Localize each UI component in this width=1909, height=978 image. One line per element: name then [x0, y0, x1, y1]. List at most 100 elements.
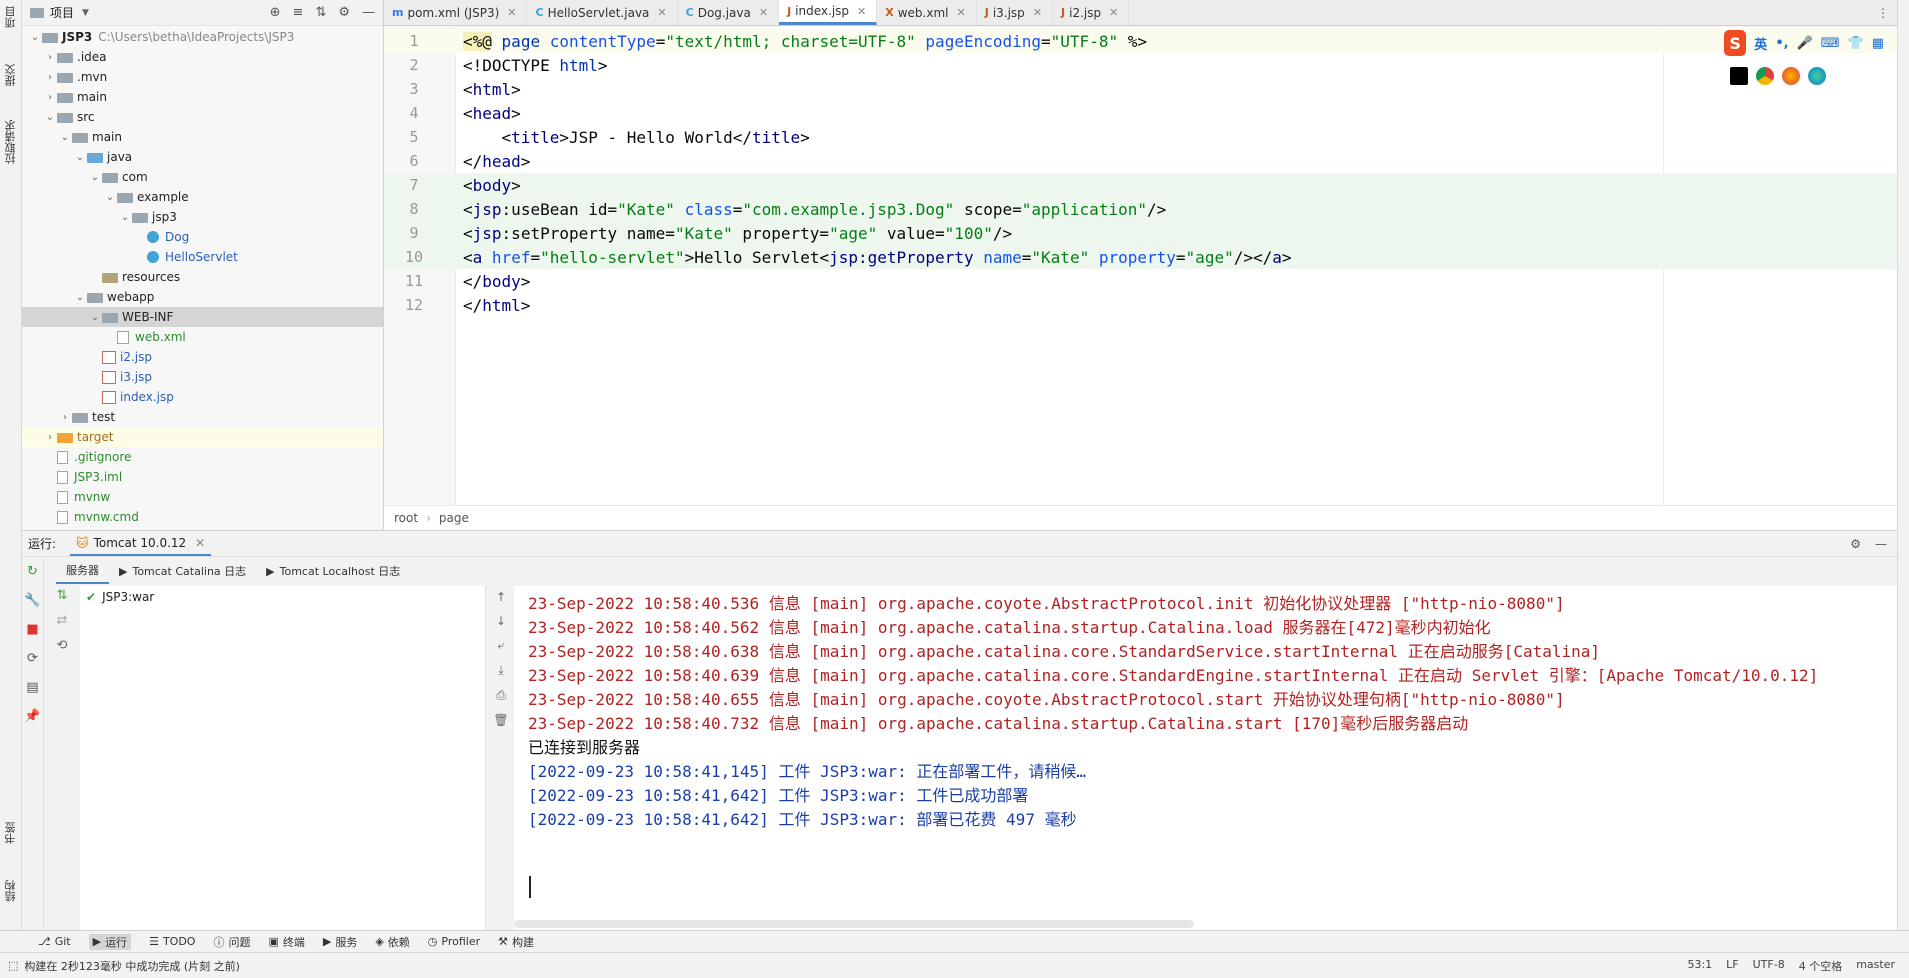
tree-item[interactable]: ⌄ src	[22, 107, 383, 127]
keyboard-icon[interactable]: ⌨	[1821, 36, 1840, 51]
tool-window-project[interactable]: 项目	[3, 6, 19, 28]
editor-tab[interactable]: Xweb.xml ✕	[877, 0, 977, 25]
more-tabs-icon[interactable]: ⋮	[1869, 0, 1897, 25]
tool-window-button[interactable]: ◈ 依赖	[375, 934, 409, 950]
close-icon[interactable]: ✕	[507, 6, 516, 19]
editor-tab[interactable]: Ji2.jsp ✕	[1053, 0, 1130, 25]
tree-item[interactable]: ⌄ webapp	[22, 287, 383, 307]
pin-icon[interactable]: 📌	[24, 709, 40, 724]
editor-tab[interactable]: C Dog.java ✕	[678, 0, 780, 25]
restore-icon[interactable]: ⟳	[27, 651, 38, 666]
tree-item[interactable]: ⌄ WEB-INF	[22, 307, 383, 327]
tool-window-button[interactable]: ▶ 运行	[88, 933, 132, 950]
caret-position[interactable]: 53:1	[1687, 958, 1712, 974]
tree-item[interactable]: ⌄ com	[22, 167, 383, 187]
code-line[interactable]: 4 <head>	[384, 101, 1897, 125]
breadcrumb-root[interactable]: root	[394, 511, 418, 525]
chevron-down-icon[interactable]: ⌄	[88, 312, 102, 323]
git-branch[interactable]: master	[1856, 958, 1895, 974]
close-icon[interactable]: ✕	[857, 5, 866, 18]
tree-item[interactable]: › test	[22, 407, 383, 427]
layout-icon[interactable]: ▤	[26, 680, 38, 695]
tab-catalina-log[interactable]: ▶ Tomcat Catalina 日志	[109, 558, 256, 584]
tree-item[interactable]: › target	[22, 427, 383, 447]
sogou-logo-icon[interactable]: S	[1724, 30, 1747, 56]
editor-tab[interactable]: Jindex.jsp ✕	[779, 0, 878, 25]
tree-item[interactable]: › .idea	[22, 47, 383, 67]
run-config-tab[interactable]: 🐱 Tomcat 10.0.12 ✕	[70, 531, 212, 556]
chevron-down-icon[interactable]: ⌄	[58, 132, 72, 143]
tree-item[interactable]: Dog	[22, 227, 383, 247]
code-line[interactable]: 12 </html>	[384, 293, 1897, 317]
editor-tab[interactable]: m pom.xml (JSP3) ✕	[384, 0, 528, 25]
chevron-right-icon[interactable]: ›	[43, 52, 57, 63]
tool-window-bookmarks[interactable]: 书签	[3, 822, 19, 844]
chevron-down-icon[interactable]: ▼	[82, 8, 89, 18]
chevron-down-icon[interactable]: ⌄	[103, 192, 117, 203]
firefox-icon[interactable]	[1782, 67, 1800, 85]
tree-item[interactable]: › .mvn	[22, 67, 383, 87]
microphone-icon[interactable]: 🎤	[1797, 36, 1813, 51]
close-icon[interactable]: ✕	[1033, 6, 1042, 19]
code-line[interactable]: 11 </body>	[384, 269, 1897, 293]
code-line[interactable]: 3 <html>	[384, 77, 1897, 101]
tool-window-button[interactable]: ⚒ 构建	[498, 934, 534, 950]
close-icon[interactable]: ✕	[957, 6, 966, 19]
chevron-down-icon[interactable]: ⌄	[73, 292, 87, 303]
intellij-icon[interactable]	[1730, 67, 1748, 85]
chevron-right-icon[interactable]: ›	[58, 412, 72, 423]
close-icon[interactable]: ✕	[657, 6, 666, 19]
code-line[interactable]: 7 <body>	[384, 173, 1897, 197]
collapse-all-icon[interactable]: ⇅	[315, 5, 326, 20]
gear-icon[interactable]: ⚙	[1850, 537, 1861, 551]
line-separator[interactable]: LF	[1726, 958, 1738, 974]
tree-item[interactable]: JSP3.iml	[22, 467, 383, 487]
tree-item[interactable]: ⌄ JSP3 C:\Users\betha\IdeaProjects\JSP3	[22, 27, 383, 47]
chevron-down-icon[interactable]: ⌄	[118, 212, 132, 223]
refresh-icon[interactable]: ⟲	[57, 638, 68, 653]
chevron-right-icon[interactable]: ›	[43, 92, 57, 103]
chrome-icon[interactable]	[1756, 67, 1774, 85]
file-encoding[interactable]: UTF-8	[1753, 958, 1785, 974]
gear-icon[interactable]: ⚙	[338, 5, 350, 20]
close-icon[interactable]: ✕	[759, 6, 768, 19]
tool-window-button[interactable]: ▣ 终端	[268, 934, 304, 950]
ime-language[interactable]: 英	[1754, 34, 1767, 53]
print-icon[interactable]: ⎙	[496, 688, 506, 703]
code-line[interactable]: 5 <title>JSP - Hello World</title>	[384, 125, 1897, 149]
editor-tab[interactable]: C HelloServlet.java ✕	[527, 0, 678, 25]
tree-item[interactable]: mvnw.cmd	[22, 507, 383, 527]
punctuation-icon[interactable]: •,	[1775, 36, 1788, 51]
scroll-to-end-icon[interactable]: ⤓	[498, 663, 503, 678]
status-message[interactable]: 构建在 2秒123毫秒 中成功完成 (片刻 之前)	[24, 958, 240, 974]
code-line[interactable]: 9 <jsp:setProperty name="Kate" property="…	[384, 221, 1897, 245]
close-icon[interactable]: ✕	[195, 536, 205, 550]
trash-icon[interactable]: 🗑	[493, 713, 508, 727]
tree-item[interactable]: HelloServlet	[22, 247, 383, 267]
chevron-down-icon[interactable]: ⌄	[88, 172, 102, 183]
tree-item[interactable]: › main	[22, 87, 383, 107]
grid-icon[interactable]: ▦	[1872, 36, 1884, 51]
tree-item[interactable]: index.jsp	[22, 387, 383, 407]
tool-window-button[interactable]: ⎇ Git	[38, 935, 71, 948]
arrow-up-icon[interactable]: ↑	[496, 590, 506, 604]
tool-window-pull-requests[interactable]: 拉取请求	[3, 120, 19, 164]
minimize-icon[interactable]: —	[362, 5, 375, 20]
tree-item[interactable]: ⌄ jsp3	[22, 207, 383, 227]
tool-window-button[interactable]: ⓘ 问题	[213, 934, 250, 950]
chevron-right-icon[interactable]: ›	[43, 72, 57, 83]
artifact-item[interactable]: ✔ JSP3:war	[80, 586, 485, 608]
redeploy-icon[interactable]: ⇄	[57, 613, 68, 628]
tool-window-commit[interactable]: 提交	[3, 64, 19, 86]
wrench-icon[interactable]: 🔧	[24, 593, 40, 608]
code-line[interactable]: 6 </head>	[384, 149, 1897, 173]
code-line[interactable]: 2 <!DOCTYPE html>	[384, 53, 1897, 77]
tree-item[interactable]: ⌄ java	[22, 147, 383, 167]
soft-wrap-icon[interactable]: ⤶	[498, 638, 505, 653]
editor-tab[interactable]: Ji3.jsp ✕	[977, 0, 1054, 25]
tree-item[interactable]: i2.jsp	[22, 347, 383, 367]
tool-window-button[interactable]: ◷ Profiler	[428, 935, 480, 948]
close-icon[interactable]: ✕	[1109, 6, 1118, 19]
chevron-down-icon[interactable]: ⌄	[43, 112, 57, 123]
code-line[interactable]: 8 <jsp:useBean id="Kate" class="com.examp…	[384, 197, 1897, 221]
